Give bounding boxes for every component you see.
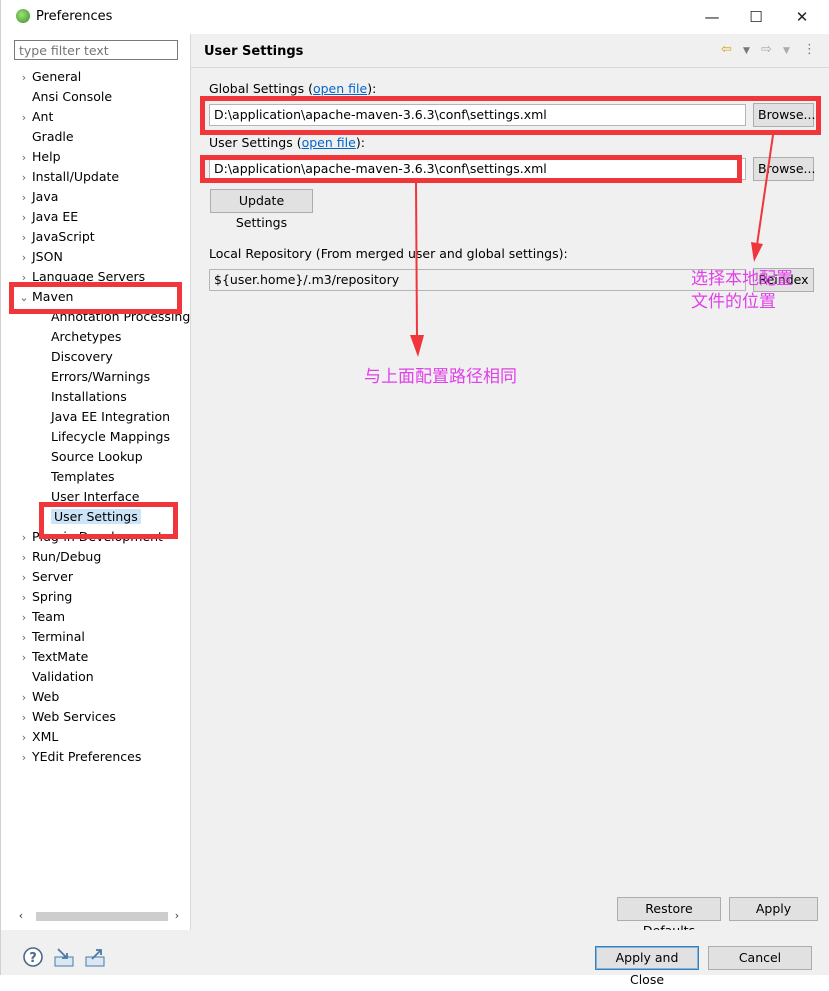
annotation-text-right: 选择本地配置 文件的位置: [691, 269, 793, 312]
preferences-window: Preferences — ☐ ✕ ›GeneralAnsi Console›A…: [0, 0, 829, 987]
annotation-arrow-center: [415, 182, 418, 339]
annotation-text-center: 与上面配置路径相同: [364, 367, 517, 387]
annotation-arrowhead-center: [410, 335, 424, 357]
annotation-arrowhead-right: [751, 242, 763, 262]
annotation-arrows: [410, 134, 774, 357]
annotation-arrow-right: [756, 134, 774, 246]
